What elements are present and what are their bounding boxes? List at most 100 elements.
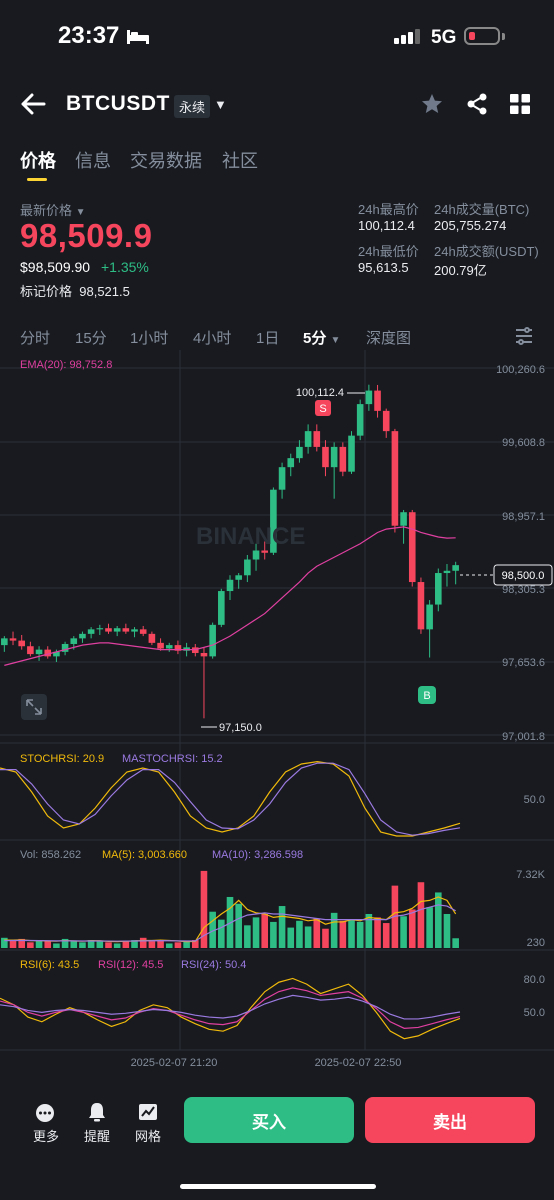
low-value: 95,613.5 xyxy=(358,260,409,275)
low-annotation: 97,150.0 xyxy=(201,722,262,734)
back-arrow-icon[interactable] xyxy=(20,93,46,115)
candle-body xyxy=(148,633,156,643)
x-axis-label: 2025-02-07 21:20 xyxy=(131,1057,218,1069)
candle-body xyxy=(235,575,242,580)
volume-bar xyxy=(348,919,355,948)
candle-body xyxy=(365,390,373,405)
active-tab-indicator xyxy=(27,178,47,181)
volume-bar xyxy=(426,907,433,948)
volume-bar xyxy=(313,918,321,948)
volume-bar xyxy=(261,913,269,948)
volume-bar xyxy=(443,913,451,948)
timeframe-depth[interactable]: 深度图 xyxy=(366,327,411,348)
symbol-dropdown-icon[interactable]: ▼ xyxy=(214,97,227,112)
candle-body xyxy=(374,390,381,411)
volume-bar xyxy=(417,882,425,948)
volume-bar xyxy=(27,942,34,948)
more-label[interactable]: 更多 xyxy=(33,1126,59,1145)
timeframe-1d[interactable]: 1日 xyxy=(256,327,279,348)
volume-bar xyxy=(296,920,303,948)
volume-bar xyxy=(1,937,8,948)
candle-body xyxy=(339,446,347,472)
volume-bar xyxy=(218,919,225,948)
current-price-label: 98,500.0 xyxy=(502,570,545,582)
y-label: 100,260.6 xyxy=(496,364,545,376)
tab-trading-data[interactable]: 交易数据 xyxy=(130,147,202,173)
volume-bar xyxy=(44,941,52,948)
grid-label[interactable]: 网格 xyxy=(135,1126,161,1145)
candle-body xyxy=(139,629,147,634)
kline-chart[interactable]: BINANCE EMA(20): 98,752.8 100,260.6 99,6… xyxy=(0,350,554,1085)
candle-body xyxy=(27,646,34,655)
buy-marker: B xyxy=(418,686,436,704)
vol-legend: Vol: 858.262 xyxy=(20,849,81,861)
sell-button[interactable]: 卖出 xyxy=(365,1097,535,1143)
perpetual-badge: 永续 xyxy=(174,95,211,118)
symbol-title[interactable]: BTCUSDT xyxy=(66,92,170,116)
candle-body xyxy=(200,652,208,657)
rsi24-legend: RSI(24): 50.4 xyxy=(181,959,246,971)
watermark: BINANCE xyxy=(196,523,305,550)
tab-info[interactable]: 信息 xyxy=(75,147,111,173)
buy-button[interactable]: 买入 xyxy=(184,1097,354,1143)
layout-grid-icon[interactable] xyxy=(510,94,530,114)
candle-body xyxy=(218,591,225,625)
stochrsi-legend: STOCHRSI: 20.9 xyxy=(20,753,104,765)
fullscreen-icon[interactable] xyxy=(21,694,47,720)
battery-tip xyxy=(502,33,505,40)
candle-body xyxy=(18,640,25,647)
change-percent: +1.35% xyxy=(101,259,149,275)
volume-bar xyxy=(244,925,251,948)
chart-settings-icon[interactable] xyxy=(514,327,534,345)
volume-bar xyxy=(165,943,173,948)
svg-text:S: S xyxy=(319,403,326,415)
candle-body xyxy=(113,628,121,632)
candle-body xyxy=(122,628,130,632)
candle-body xyxy=(87,629,95,634)
candle-body xyxy=(296,446,303,459)
svg-text:B: B xyxy=(423,690,430,702)
volume-bar xyxy=(382,923,390,948)
alert-label[interactable]: 提醒 xyxy=(84,1126,110,1145)
volume-bar xyxy=(105,942,112,948)
stochrsi-lines xyxy=(0,760,461,837)
rsi-axis-50: 50.0 xyxy=(524,1007,545,1019)
favorite-star-icon[interactable] xyxy=(420,92,444,116)
candle-body xyxy=(96,628,104,630)
last-price: 98,509.9 xyxy=(20,217,153,254)
candle-body xyxy=(348,435,355,472)
volume-bar xyxy=(374,917,381,948)
rsi6-legend: RSI(6): 43.5 xyxy=(20,959,79,971)
volume-bar xyxy=(79,942,86,948)
volume-bar xyxy=(70,941,78,948)
volume-bar xyxy=(270,921,277,948)
vol-axis-max: 7.32K xyxy=(516,869,545,881)
share-icon[interactable] xyxy=(465,92,489,116)
high-value: 100,112.4 xyxy=(358,218,415,233)
volume-bar xyxy=(400,916,407,948)
rsi-line-0 xyxy=(0,977,461,1040)
timeframe-5m[interactable]: 5分 ▼ xyxy=(303,327,340,348)
candles xyxy=(1,384,459,719)
timeframe-15m[interactable]: 15分 xyxy=(75,327,107,348)
bell-icon[interactable] xyxy=(86,1102,108,1122)
tab-community[interactable]: 社区 xyxy=(222,147,258,173)
sell-marker: S xyxy=(315,400,331,416)
grid-trading-icon[interactable] xyxy=(137,1102,159,1122)
tab-price[interactable]: 价格 xyxy=(20,147,56,173)
timeframe-line[interactable]: 分时 xyxy=(20,327,50,348)
volume-bar xyxy=(287,927,295,948)
candle-body xyxy=(452,565,459,571)
candle-body xyxy=(209,624,216,657)
candle-body xyxy=(226,579,234,592)
status-time: 23:37 xyxy=(58,22,120,49)
candle-body xyxy=(382,410,390,432)
low-label: 24h最低价 xyxy=(358,244,419,259)
timeframe-4h[interactable]: 4小时 xyxy=(193,327,231,348)
more-icon[interactable] xyxy=(34,1103,56,1123)
rsi-axis-80: 80.0 xyxy=(524,974,545,986)
candle-body xyxy=(70,638,78,644)
vol-usdt-value: 200.79亿 xyxy=(434,263,487,278)
y-label: 99,608.8 xyxy=(502,437,545,449)
timeframe-1h[interactable]: 1小时 xyxy=(130,327,168,348)
